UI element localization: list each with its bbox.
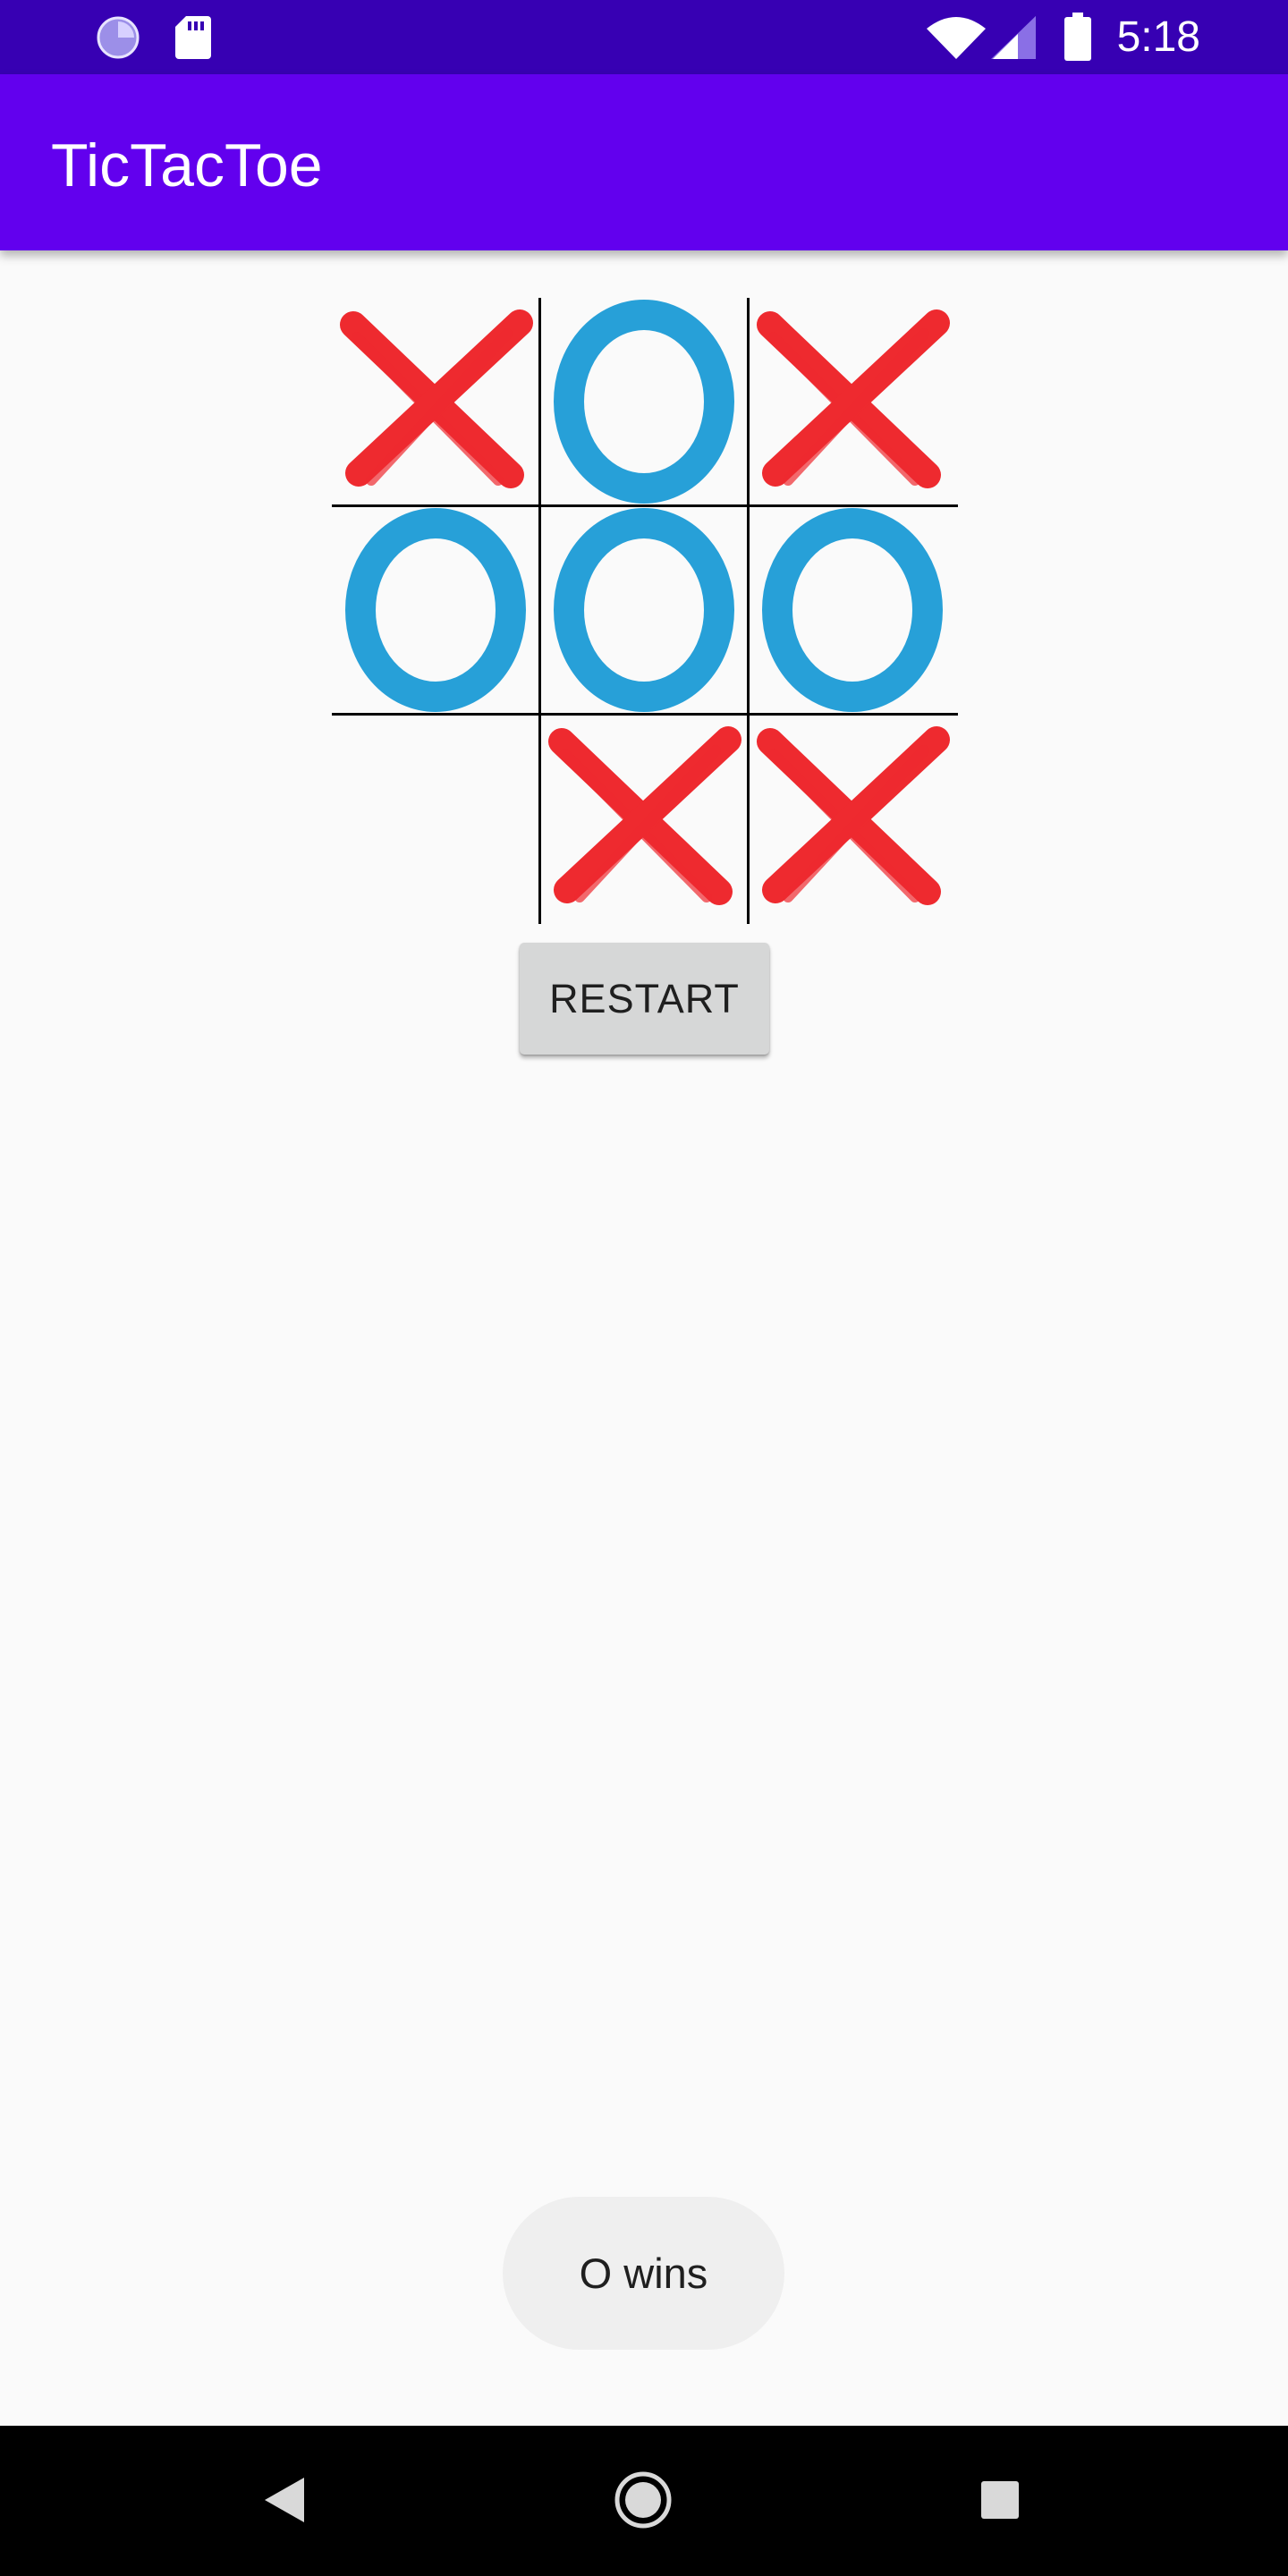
battery-icon	[1064, 13, 1091, 61]
grid-line-vertical-1	[538, 298, 541, 924]
toast-text: O wins	[579, 2250, 708, 2297]
toast-message: O wins	[503, 2197, 784, 2350]
board-cell[interactable]	[540, 506, 749, 715]
o-mark-icon	[554, 508, 734, 712]
wifi-icon	[927, 16, 986, 59]
recents-icon[interactable]	[981, 2481, 1019, 2519]
sd-card-icon	[175, 16, 211, 59]
restart-button[interactable]: RESTART	[520, 943, 769, 1055]
x-mark-icon	[548, 726, 741, 905]
board-cell[interactable]	[749, 298, 957, 506]
board-cell[interactable]	[749, 715, 957, 923]
board-cell[interactable]	[332, 298, 540, 506]
board-cell[interactable]	[332, 715, 540, 923]
grid-line-vertical-2	[747, 298, 750, 924]
x-mark-icon	[340, 309, 533, 488]
board-cell[interactable]	[749, 506, 957, 715]
board-cell[interactable]	[540, 715, 749, 923]
app-title: TicTacToe	[51, 131, 323, 199]
status-bar: 5:18	[0, 0, 1288, 74]
signal-icon	[991, 16, 1036, 59]
o-mark-icon	[762, 508, 943, 712]
sync-icon	[95, 14, 141, 61]
o-mark-icon	[554, 300, 734, 504]
back-icon[interactable]	[265, 2478, 304, 2522]
app-bar: TicTacToe	[0, 74, 1288, 250]
home-icon[interactable]	[614, 2471, 672, 2529]
x-mark-icon	[757, 309, 950, 488]
nav-bar	[0, 2426, 1288, 2576]
grid-line-horizontal-2	[332, 713, 958, 716]
x-mark-icon	[757, 726, 950, 905]
o-mark-icon	[345, 508, 526, 712]
board-cell[interactable]	[540, 298, 749, 506]
board-cell[interactable]	[332, 506, 540, 715]
grid-line-horizontal-1	[332, 504, 958, 507]
status-time: 5:18	[1116, 13, 1200, 61]
game-board	[332, 298, 958, 924]
